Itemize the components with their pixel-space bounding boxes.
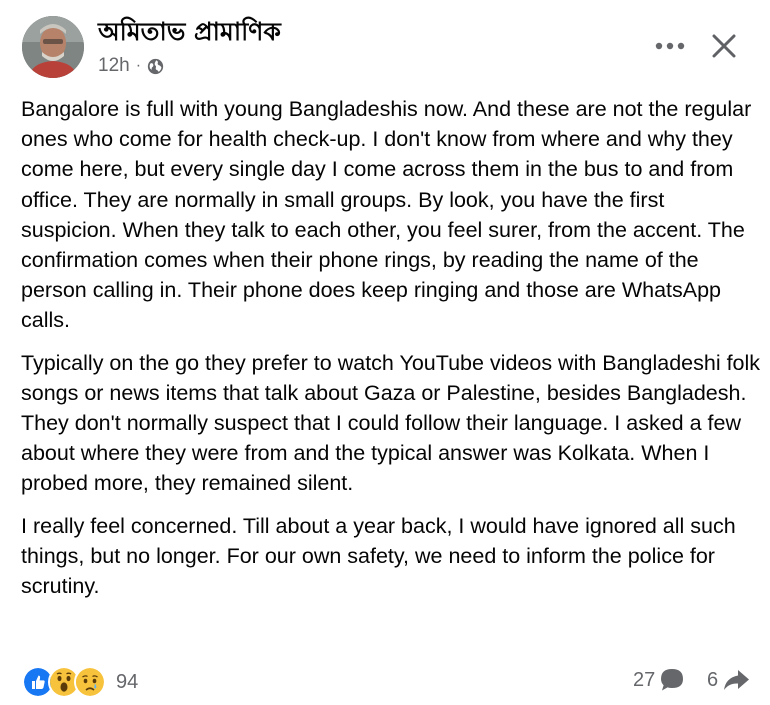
shares-summary[interactable]: 6 bbox=[707, 667, 750, 693]
more-options-icon bbox=[655, 42, 685, 50]
post-paragraph-1: Bangalore is full with young Bangladeshi… bbox=[21, 97, 752, 333]
reaction-count: 94 bbox=[116, 670, 139, 693]
close-button[interactable] bbox=[704, 26, 744, 66]
meta-separator: · bbox=[135, 57, 142, 74]
author-name[interactable]: অমিতাভ প্রামাণিক bbox=[98, 16, 281, 48]
post-meta: 12h · bbox=[98, 55, 164, 77]
close-icon bbox=[712, 34, 736, 58]
share-count: 6 bbox=[707, 668, 719, 691]
comment-icon bbox=[661, 669, 684, 691]
sad-icon bbox=[74, 666, 106, 698]
more-options-button[interactable] bbox=[650, 28, 690, 64]
post-time[interactable]: 12h bbox=[98, 55, 130, 77]
reactions-summary[interactable]: 94 bbox=[22, 666, 138, 698]
share-icon bbox=[724, 670, 750, 690]
post-footer: 94 27 6 bbox=[22, 662, 752, 698]
comments-summary[interactable]: 27 bbox=[633, 667, 685, 693]
globe-icon[interactable] bbox=[147, 58, 164, 75]
comment-count: 27 bbox=[633, 668, 656, 691]
author-avatar[interactable] bbox=[22, 16, 84, 78]
post-paragraph-3: I really feel concerned. Till about a ye… bbox=[21, 513, 736, 599]
post-paragraph-2: Typically on the go they prefer to watch… bbox=[21, 350, 761, 496]
facebook-post: অমিতাভ প্রামাণিক 12h · Bangalore is full… bbox=[0, 0, 770, 705]
post-body: Bangalore is full with young Bangladeshi… bbox=[21, 94, 761, 613]
avatar-image bbox=[22, 16, 84, 78]
